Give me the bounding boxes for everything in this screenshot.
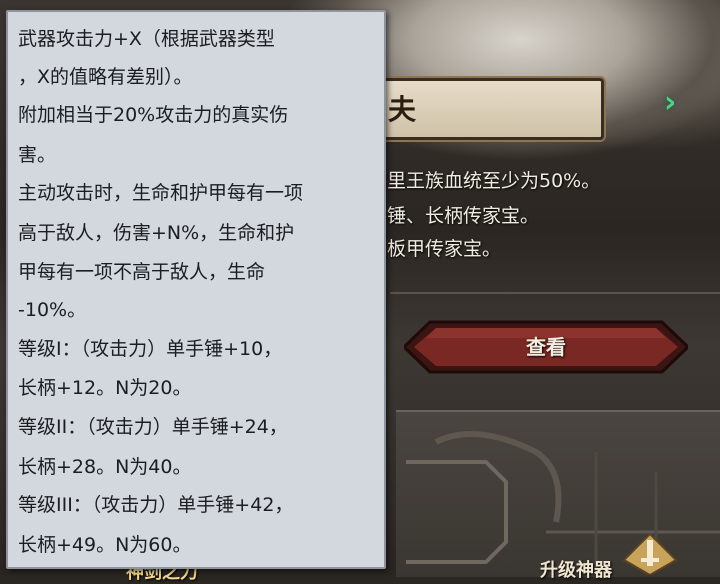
tooltip-line: 长柄+49。N为60。	[18, 534, 192, 556]
tooltip-line: ，X的值略有差别）。	[18, 66, 193, 88]
tooltip-line: 主动攻击时，生命和护甲每有一项	[18, 182, 304, 204]
tooltip-line: 等级I：（攻击力）单手锤+10，	[18, 338, 283, 360]
tooltip-line: 长柄+12。N为20。	[18, 377, 192, 399]
tooltip-line: 长柄+28。N为40。	[18, 456, 192, 478]
view-button-label: 查看	[526, 335, 566, 359]
view-button[interactable]: 查看	[404, 320, 688, 374]
tooltip-line: 附加相当于20%攻击力的真实伤	[18, 104, 289, 126]
tooltip-line: 等级II：（攻击力）单手锤+24，	[18, 416, 288, 438]
lore-line: 人板甲传家宝。	[368, 238, 502, 260]
tooltip-line: 武器攻击力+X（根据武器类型	[18, 28, 275, 50]
divider	[390, 292, 720, 294]
character-name: 夫	[388, 93, 417, 126]
upgrade-button-label[interactable]: 升级神器	[540, 556, 612, 582]
tooltip: 武器攻击力+X（根据武器类型 ，X的值略有差别）。 附加相当于20%攻击力的真实…	[6, 10, 386, 569]
tooltip-line: 害。	[18, 144, 57, 166]
lore-line: 手锤、长柄传家宝。	[368, 205, 540, 227]
lore-line: 德里王族血统至少为50%。	[368, 170, 601, 192]
tooltip-line: 等级III：（攻击力）单手锤+42，	[18, 494, 294, 516]
tooltip-line: 高于敌人，伤害+N%，生命和护	[18, 222, 295, 244]
chevron-right-icon[interactable]: ›	[664, 86, 692, 120]
tooltip-line: 甲每有一项不高于敌人，生命	[18, 261, 266, 283]
sword-icon[interactable]	[622, 532, 678, 577]
tooltip-line: -10%。	[18, 299, 87, 321]
